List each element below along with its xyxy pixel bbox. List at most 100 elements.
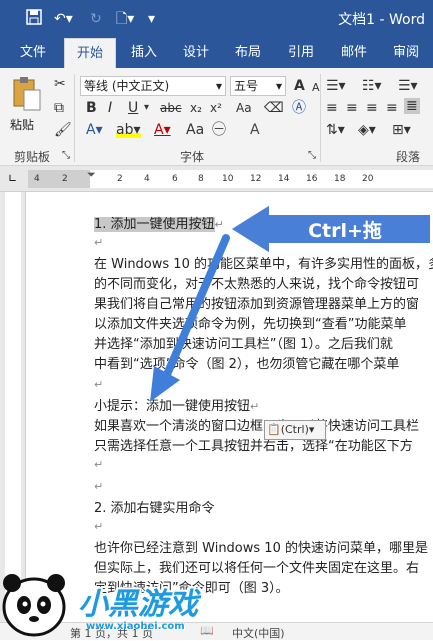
language-indicator[interactable]: 中文(中国): [232, 625, 285, 641]
align-left-icon[interactable]: ≡: [326, 100, 338, 116]
ribbon-tabs: 文件 开始 插入 设计 布局 引用 邮件 审阅: [0, 38, 433, 68]
strikethrough-button[interactable]: abc: [160, 100, 182, 116]
font-size-select[interactable]: 五号 ▾: [230, 76, 286, 96]
font-name-select[interactable]: 等线 (中文正文) ▾: [80, 76, 226, 96]
ruler-number: 8: [198, 174, 204, 184]
document-line[interactable]: 如果喜欢一个清淡的窗口边框，也可以将快速访问工具栏: [94, 418, 419, 436]
tab-references[interactable]: 引用: [276, 38, 326, 68]
ruler-number: 18: [334, 174, 346, 184]
ruler-track: [5, 192, 21, 622]
highlight-icon[interactable]: ab▾: [116, 122, 141, 138]
tab-selector-icon[interactable]: ∟: [8, 172, 17, 185]
ruler-number: 4: [34, 174, 40, 184]
italic-button[interactable]: I: [108, 100, 112, 116]
ruler-number: 4: [144, 174, 150, 184]
paste-options-label: (Ctrl): [280, 423, 309, 436]
group-label-font: 字体: [180, 150, 205, 164]
dialog-launcher-icon[interactable]: ⤡: [308, 148, 316, 164]
tab-home[interactable]: 开始: [64, 38, 116, 68]
undo-icon[interactable]: ↶▾: [54, 9, 73, 29]
tab-mailings[interactable]: 邮件: [330, 38, 378, 68]
bullets-icon[interactable]: ☰▾: [326, 78, 346, 94]
customize-quick-access-icon[interactable]: ▾: [148, 9, 155, 29]
chevron-down-icon: ▾: [308, 423, 315, 436]
grow-font-icon[interactable]: A: [294, 78, 305, 94]
paragraph-mark: ↵: [94, 458, 104, 471]
chevron-down-icon: ▾: [275, 79, 282, 93]
ribbon: 粘贴 ✂ ⧉ 🖌 等线 (中文正文) ▾ 五号 ▾ A A B I U ▾ ab…: [0, 68, 433, 166]
horizontal-ruler[interactable]: ∟ 4 2 ⏷ 2 4 6 8 10 12 14 16 18 20: [0, 166, 433, 192]
copy-icon[interactable]: ⧉: [54, 100, 64, 116]
chevron-down-icon: ▾: [215, 79, 222, 93]
shading-icon[interactable]: ◈▾: [358, 122, 376, 138]
subscript-button[interactable]: x₂: [190, 100, 202, 116]
ruler-number: 16: [306, 174, 318, 184]
save-icon[interactable]: [26, 9, 42, 31]
underline-button[interactable]: U: [128, 100, 138, 116]
divider: [74, 74, 75, 162]
format-painter-icon[interactable]: 🖌: [54, 122, 72, 138]
paste-icon: [13, 77, 41, 111]
chevron-down-icon[interactable]: ▾: [144, 100, 149, 116]
bold-button[interactable]: B: [86, 100, 97, 116]
watermark-url: www.xiaohei.com: [86, 621, 185, 632]
tab-design[interactable]: 设计: [172, 38, 220, 68]
text-effects-icon[interactable]: Ⓐ: [292, 100, 306, 116]
proofing-icon[interactable]: 📖: [200, 624, 214, 637]
line-spacing-icon[interactable]: ⇅▾: [326, 122, 345, 138]
justify-icon[interactable]: ≡: [386, 100, 398, 116]
vertical-ruler[interactable]: [0, 192, 26, 622]
borders-icon[interactable]: ⊞▾: [392, 122, 411, 138]
font-name-value: 等线 (中文正文): [84, 79, 170, 93]
numbering-icon[interactable]: ☷▾: [362, 78, 382, 94]
document-line[interactable]: 也许你已经注意到 Windows 10 的快速访问菜单，哪里是: [94, 540, 428, 558]
title-bar: ↶▾ ↻ 🗋▾ ▾ 文档1 - Word: [0, 0, 433, 38]
tab-insert[interactable]: 插入: [120, 38, 168, 68]
document-heading[interactable]: 2. 添加右键实用命令: [94, 500, 215, 518]
clear-formatting-icon[interactable]: ⌫: [264, 100, 284, 116]
ruler-number: 20: [362, 174, 374, 184]
text-effects-icon[interactable]: A▾: [86, 122, 103, 138]
distributed-icon[interactable]: ≣: [404, 98, 420, 114]
divider: [320, 74, 321, 162]
ruler-number: 10: [222, 174, 234, 184]
clipboard-icon: 📋: [267, 423, 281, 436]
font-size-value: 五号: [234, 79, 259, 93]
print-preview-icon[interactable]: 🗋▾: [116, 9, 134, 29]
window-title: 文档1 - Word: [338, 12, 425, 28]
paste-button[interactable]: 粘贴: [10, 76, 50, 140]
ruler-number: 2: [62, 174, 68, 184]
ruler-number: 12: [250, 174, 262, 184]
indent-marker-icon[interactable]: ⏷: [87, 168, 96, 182]
ruler-number: 2: [117, 174, 123, 184]
character-shading-icon[interactable]: Aa: [186, 122, 204, 138]
paragraph-mark: ↵: [94, 236, 104, 249]
ruler-number: 14: [278, 174, 290, 184]
watermark-title: 小黑游戏: [78, 587, 198, 622]
change-case-button[interactable]: Aa: [236, 100, 252, 116]
document-line[interactable]: 只需选择任意一个工具按钮并右击，选择“在功能区下方: [94, 438, 413, 456]
font-color-icon[interactable]: A▾: [154, 122, 171, 138]
align-right-icon[interactable]: ≡: [366, 100, 378, 116]
paste-options-button[interactable]: 📋(Ctrl)▾: [264, 420, 326, 440]
tab-review[interactable]: 审阅: [382, 38, 430, 68]
cut-icon[interactable]: ✂: [54, 76, 66, 92]
align-center-icon[interactable]: ≡: [346, 100, 358, 116]
watermark-logo: 小黑游戏 www.xiaohei.com: [0, 565, 200, 640]
tab-layout[interactable]: 布局: [224, 38, 272, 68]
shrink-font-icon[interactable]: A: [312, 80, 320, 96]
phonetic-guide-icon[interactable]: A: [250, 122, 260, 138]
paragraph-mark: ↵: [94, 520, 104, 533]
dialog-launcher-icon[interactable]: ⤡: [62, 148, 70, 164]
paragraph-mark: ↵: [94, 480, 104, 493]
tab-file[interactable]: 文件: [8, 38, 58, 68]
callout-arrow: Ctrl+拖: [226, 200, 433, 258]
enclose-character-icon[interactable]: ㊀: [212, 122, 226, 138]
group-label-paragraph: 段落: [396, 150, 421, 164]
paragraph-mark: ↵: [94, 378, 104, 391]
panda-mascot-icon: [2, 574, 66, 637]
multilevel-list-icon[interactable]: ☰▾: [398, 78, 418, 94]
redo-icon[interactable]: ↻: [90, 9, 102, 29]
paste-label: 粘贴: [10, 118, 35, 132]
superscript-button[interactable]: x²: [210, 100, 222, 116]
